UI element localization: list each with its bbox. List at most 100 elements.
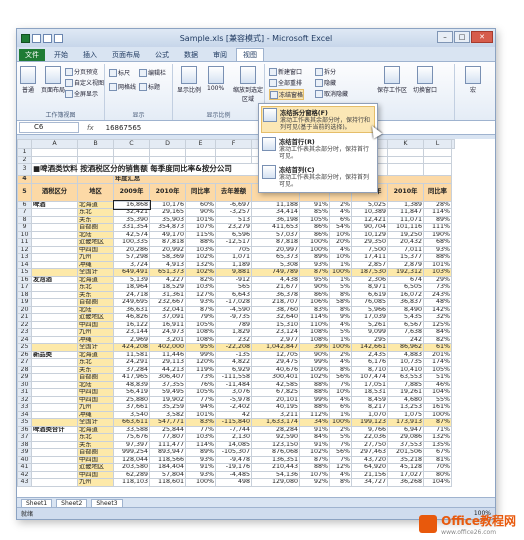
region-cell[interactable]: 九州 bbox=[77, 478, 114, 487]
value-cell[interactable]: 100% bbox=[329, 268, 352, 277]
row-number[interactable]: 29 bbox=[17, 373, 32, 382]
cell[interactable] bbox=[185, 148, 216, 157]
value-cell[interactable]: 90,704 bbox=[351, 223, 388, 232]
row-number[interactable]: 30 bbox=[17, 380, 32, 389]
column-title[interactable]: 2010年 bbox=[149, 182, 186, 202]
region-cell[interactable]: 九州 bbox=[77, 253, 114, 262]
value-cell[interactable]: 7,885 bbox=[387, 380, 424, 389]
value-cell[interactable]: 16,868 bbox=[112, 200, 151, 210]
value-cell[interactable]: 8% bbox=[329, 305, 352, 314]
column-title[interactable]: 去年差额 bbox=[215, 182, 252, 202]
value-cell[interactable]: 242 bbox=[387, 335, 424, 344]
value-cell[interactable]: 87% bbox=[299, 455, 330, 464]
value-cell[interactable]: 649,491 bbox=[113, 268, 150, 277]
hide-button[interactable]: 隐藏 bbox=[315, 78, 336, 87]
value-cell[interactable]: 12,705 bbox=[251, 350, 300, 359]
region-cell[interactable]: 冲绳 bbox=[77, 410, 114, 419]
value-cell[interactable]: 135% bbox=[423, 440, 452, 449]
value-cell[interactable]: 58,369 bbox=[149, 253, 186, 262]
value-cell[interactable]: 5,139 bbox=[113, 275, 150, 284]
row-number[interactable]: 34 bbox=[17, 410, 32, 419]
region-cell[interactable]: 近畿地区 bbox=[77, 238, 114, 247]
value-cell[interactable]: 8,459 bbox=[351, 395, 388, 404]
category-cell[interactable] bbox=[31, 268, 78, 277]
value-cell[interactable]: 136,351 bbox=[251, 455, 300, 464]
value-cell[interactable]: 2,130 bbox=[215, 433, 252, 442]
gridlines-checkbox[interactable]: 网格线 bbox=[109, 82, 136, 91]
value-cell[interactable]: 34,414 bbox=[251, 208, 300, 217]
value-cell[interactable]: 3,076 bbox=[215, 388, 252, 397]
cell[interactable] bbox=[215, 148, 252, 157]
value-cell[interactable]: 105% bbox=[299, 215, 330, 224]
value-cell[interactable]: 3,582 bbox=[149, 410, 186, 419]
value-cell[interactable]: 103% bbox=[423, 268, 452, 277]
region-cell[interactable]: 近畿地区 bbox=[77, 463, 114, 472]
value-cell[interactable]: 118,103 bbox=[113, 478, 150, 487]
column-header[interactable]: B bbox=[77, 139, 114, 149]
value-cell[interactable]: 5,966 bbox=[351, 305, 388, 314]
value-cell[interactable]: 6,176 bbox=[351, 358, 388, 367]
cell[interactable] bbox=[31, 155, 78, 164]
value-cell[interactable]: 56,419 bbox=[113, 388, 150, 397]
value-cell[interactable]: 108% bbox=[185, 328, 216, 337]
value-cell[interactable]: 67,825 bbox=[251, 388, 300, 397]
value-cell[interactable]: 105% bbox=[423, 365, 452, 374]
value-cell[interactable]: 3,211 bbox=[251, 410, 300, 419]
value-cell[interactable]: 173,913 bbox=[387, 418, 424, 427]
value-cell[interactable]: -5,978 bbox=[215, 395, 252, 404]
value-cell[interactable]: 29,086 bbox=[387, 433, 424, 442]
row-number[interactable]: 31 bbox=[17, 388, 32, 397]
value-cell[interactable]: 28% bbox=[423, 200, 452, 209]
value-cell[interactable]: 218,707 bbox=[251, 298, 300, 307]
value-cell[interactable]: 9% bbox=[329, 313, 352, 322]
value-cell[interactable]: 2,977 bbox=[251, 335, 300, 344]
value-cell[interactable]: 37,355 bbox=[149, 380, 186, 389]
value-cell[interactable]: 105% bbox=[185, 320, 216, 329]
tab-formulas[interactable]: 公式 bbox=[149, 49, 175, 61]
row-number[interactable]: 40 bbox=[17, 455, 32, 464]
formula-input[interactable]: 16867565 bbox=[106, 124, 142, 132]
value-cell[interactable]: 4% bbox=[329, 208, 352, 217]
zoom-100-button[interactable]: 100% bbox=[207, 66, 224, 92]
value-cell[interactable]: 4,913 bbox=[149, 260, 186, 269]
value-cell[interactable]: 100% bbox=[329, 343, 352, 352]
value-cell[interactable]: 70% bbox=[423, 463, 452, 472]
value-cell[interactable]: 37,091 bbox=[149, 313, 186, 322]
value-cell[interactable]: 36,631 bbox=[113, 305, 150, 314]
value-cell[interactable]: 7% bbox=[329, 380, 352, 389]
region-cell[interactable]: 中四国 bbox=[77, 388, 114, 397]
row-number[interactable]: 5 bbox=[17, 182, 32, 202]
value-cell[interactable]: 11,847 bbox=[387, 208, 424, 217]
value-cell[interactable]: 125% bbox=[423, 320, 452, 329]
region-cell[interactable]: 九州 bbox=[77, 403, 114, 412]
value-cell[interactable]: 4,883 bbox=[387, 350, 424, 359]
value-cell[interactable]: 93% bbox=[185, 298, 216, 307]
category-cell[interactable] bbox=[31, 238, 78, 247]
value-cell[interactable]: 4% bbox=[329, 320, 352, 329]
category-cell[interactable] bbox=[31, 215, 78, 224]
column-header[interactable]: E bbox=[185, 139, 216, 149]
value-cell[interactable]: 12,421 bbox=[351, 215, 388, 224]
value-cell[interactable]: 1,042,847 bbox=[251, 343, 300, 352]
cell[interactable] bbox=[77, 175, 114, 184]
region-cell[interactable]: 中四国 bbox=[77, 395, 114, 404]
column-title[interactable]: 酒税区分 bbox=[31, 182, 78, 202]
cell[interactable] bbox=[31, 175, 78, 184]
value-cell[interactable]: 85% bbox=[299, 208, 330, 217]
value-cell[interactable]: 1% bbox=[329, 410, 352, 419]
value-cell[interactable]: 27,750 bbox=[351, 440, 388, 449]
category-cell[interactable] bbox=[31, 418, 78, 427]
value-cell[interactable]: -7,744 bbox=[215, 425, 252, 434]
value-cell[interactable]: 4% bbox=[329, 470, 352, 479]
value-cell[interactable]: 6% bbox=[329, 215, 352, 224]
row-number[interactable]: 42 bbox=[17, 470, 32, 479]
cell[interactable] bbox=[387, 163, 424, 176]
page-break-preview-button[interactable]: 分页预览 bbox=[65, 67, 98, 76]
value-cell[interactable]: 5% bbox=[329, 328, 352, 337]
value-cell[interactable]: 107% bbox=[299, 470, 330, 479]
region-cell[interactable]: 关东 bbox=[77, 290, 114, 299]
value-cell[interactable]: 73% bbox=[185, 373, 216, 382]
value-cell[interactable]: 4,680 bbox=[387, 395, 424, 404]
category-cell[interactable] bbox=[31, 290, 78, 299]
value-cell[interactable]: 88% bbox=[299, 463, 330, 472]
